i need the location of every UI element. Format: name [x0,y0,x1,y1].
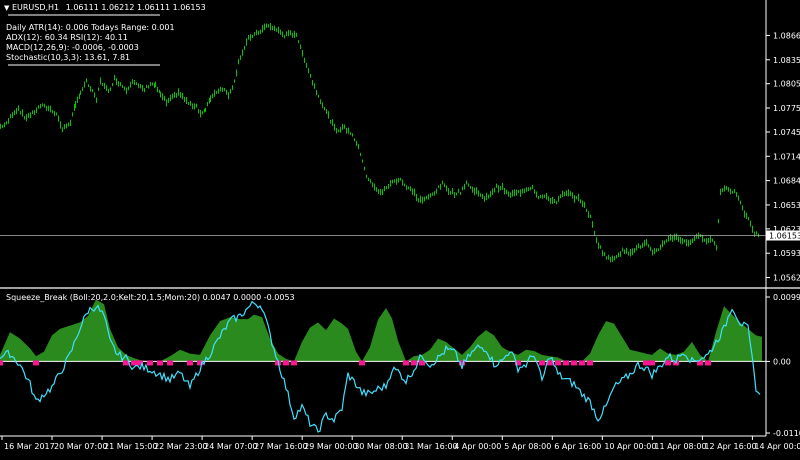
time-tick-label: 30 Mar 08:00 [354,442,407,451]
atr-line: Daily ATR(14): 0.006 Todays Range: 0.001 [6,23,175,32]
price-tick-label: 1.05626 [773,274,800,283]
price-tick-label: 1.06841 [773,177,800,186]
ohlc-values: 1.06111 1.06212 1.06111 1.06153 [65,3,206,12]
indicator-tick-label: -0.0110 [773,429,800,438]
time-tick-label: 12 Apr 16:00 [704,442,756,451]
squeeze-dot [283,360,289,366]
time-tick-label: 27 Mar 16:00 [254,442,307,451]
squeeze-dot [187,360,193,366]
time-tick-label: 6 Apr 16:00 [554,442,601,451]
squeeze-dot [147,360,153,366]
triangle-down-icon[interactable]: ▼ [4,4,9,12]
time-tick-label: 10 Apr 00:00 [604,442,656,451]
price-tick-label: 1.06536 [773,201,800,210]
squeeze-dot [705,360,711,366]
price-tick-label: 1.07146 [773,152,800,161]
indicator-tick-label: 0.0099 [773,293,800,302]
price-tick-label: 1.08661 [773,31,800,40]
price-tick-label: 1.07451 [773,128,800,137]
time-tick-label: 5 Apr 08:00 [504,442,551,451]
time-tick-label: 11 Apr 08:00 [654,442,706,451]
squeeze-dot [291,360,297,366]
squeeze-dot [649,360,655,366]
time-axis: 16 Mar 2017 20 Mar 07:0021 Mar 15:0022 Ma… [1,436,800,451]
squeeze-dot [555,360,561,366]
squeeze-dot [33,360,39,366]
adx-rsi-line: ADX(12): 60.34 RSI(12): 40.11 [6,33,128,42]
price-axis: 1.08661 1.08356 1.08056 1.07751 1.07451 1.071… [766,31,800,438]
price-tick-label: 1.08056 [773,80,800,89]
price-tick-label: 1.05931 [773,249,800,258]
squeeze-dot [579,360,585,366]
chart-canvas[interactable]: 1.08661 1.08356 1.08056 1.07751 1.07451 1.071… [0,0,800,456]
squeeze-dot [359,360,365,366]
squeeze-dot [167,360,173,366]
time-tick-label: 29 Mar 00:00 [304,442,357,451]
indicator-tick-label: 0.00 [773,357,791,366]
price-tick-label: 1.07751 [773,104,800,113]
time-tick-label: 16 Mar 2017 [4,442,55,451]
price-tick-label: 1.08356 [773,56,800,65]
stochastic-line: Stochastic(10,3,3): 13.61, 7.81 [6,53,131,62]
time-tick-label: 24 Mar 07:00 [204,442,257,451]
squeeze-dot [411,360,417,366]
squeeze-dot [643,360,649,366]
indicator-label: Squeeze_Break (Boll:20,2.0;Kelt:20,1.5;M… [6,293,295,302]
time-tick-label: 20 Mar 07:00 [54,442,107,451]
squeeze-dot [539,360,545,366]
squeeze-dot [665,360,671,366]
symbol-label: EURUSD,H1 [11,3,60,12]
chart-window[interactable]: 1.08661 1.08356 1.08056 1.07751 1.07451 1.071… [0,0,800,456]
time-tick-label: 22 Mar 23:00 [154,442,207,451]
squeeze-dot [403,360,409,366]
squeeze-dot [563,360,569,366]
time-tick-label: 4 Apr 00:00 [454,442,501,451]
current-price-label: 1.06153 [769,231,800,240]
squeeze-dot [131,360,137,366]
time-tick-label: 21 Mar 15:00 [104,442,157,451]
time-tick-label: 14 Apr 00:00 [754,442,800,451]
symbol-header[interactable]: ▼ EURUSD,H1 1.06111 1.06212 1.06111 1.06… [4,3,206,13]
time-tick-label: 31 Mar 16:00 [404,442,457,451]
squeeze-dot [587,360,593,366]
macd-line: MACD(12,26,9): -0.0006, -0.0003 [6,43,139,52]
squeeze-dot [571,360,577,366]
squeeze-dot [0,360,3,366]
squeeze-dot [157,360,163,366]
